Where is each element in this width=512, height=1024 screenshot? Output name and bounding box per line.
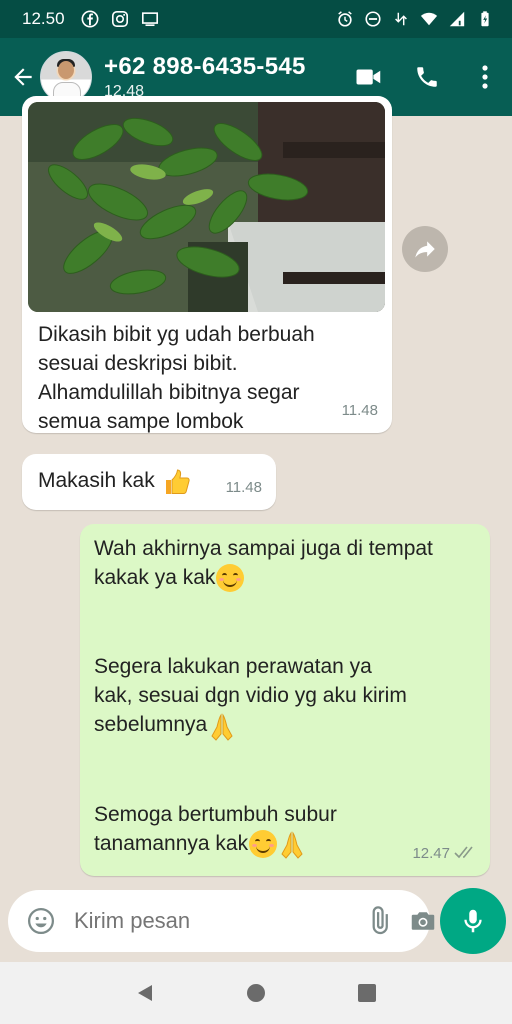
status-time: 12.50 (22, 9, 65, 28)
message-composer (8, 890, 435, 952)
message-paragraph: Segera lakukan perawatan ya kak, sesuai … (94, 652, 476, 741)
double-check-icon (454, 838, 478, 867)
message-text: Makasih kak (38, 469, 155, 492)
emoji-icon[interactable] (26, 905, 56, 937)
folded-hands-emoji (278, 830, 306, 860)
nav-recents-icon[interactable] (347, 973, 387, 1013)
message-text: Wah akhirnya sampai juga di tempat kakak… (94, 537, 433, 589)
more-vert-icon[interactable] (470, 62, 500, 92)
phone-icon[interactable] (412, 62, 442, 92)
plant-photo[interactable] (28, 102, 385, 312)
dnd-icon (364, 10, 382, 28)
system-nav-bar (0, 962, 512, 1024)
status-bar: 12.50 (0, 0, 512, 38)
instagram-icon (111, 10, 129, 28)
battery-icon (476, 10, 494, 28)
camera-icon[interactable] (408, 905, 438, 937)
incoming-image-message[interactable]: Dikasih bibit yg udah berbuah sesuai des… (22, 96, 392, 433)
incoming-message[interactable]: Makasih kak 11.48 (22, 454, 276, 510)
microphone-icon (464, 909, 482, 933)
data-arrows-icon (392, 10, 410, 28)
cast-icon (141, 10, 159, 28)
nav-back-icon[interactable] (125, 973, 165, 1013)
contact-info[interactable]: +62 898-6435-545 12.48 (104, 53, 306, 101)
folded-hands-emoji (208, 712, 236, 741)
message-time: 11.48 (341, 402, 378, 419)
nav-home-icon[interactable] (236, 973, 276, 1013)
wifi-icon (420, 10, 438, 28)
attach-icon[interactable] (364, 905, 394, 937)
contact-name: +62 898-6435-545 (104, 53, 306, 80)
message-time: 12.47 (412, 845, 450, 862)
alarm-icon (336, 10, 354, 28)
back-arrow-icon[interactable] (8, 57, 38, 97)
video-call-icon[interactable] (354, 62, 384, 92)
signal-icon (448, 10, 466, 28)
message-time: 11.48 (225, 479, 262, 496)
smiling-face-emoji (249, 830, 278, 859)
message-text: Segera lakukan perawatan ya kak, sesuai … (94, 655, 407, 737)
message-paragraph: Wah akhirnya sampai juga di tempat kakak… (94, 534, 476, 593)
message-text: Dikasih bibit yg udah berbuah sesuai des… (38, 323, 315, 433)
chat-area[interactable]: Dikasih bibit yg udah berbuah sesuai des… (0, 96, 512, 886)
forward-icon[interactable] (402, 226, 448, 272)
microphone-button[interactable] (440, 888, 506, 954)
message-input[interactable] (72, 907, 364, 935)
facebook-icon (81, 10, 99, 28)
input-bar (0, 886, 512, 962)
thumbs-up-emoji (162, 467, 190, 495)
outgoing-message[interactable]: Wah akhirnya sampai juga di tempat kakak… (80, 524, 490, 876)
smiling-face-emoji (216, 564, 245, 593)
